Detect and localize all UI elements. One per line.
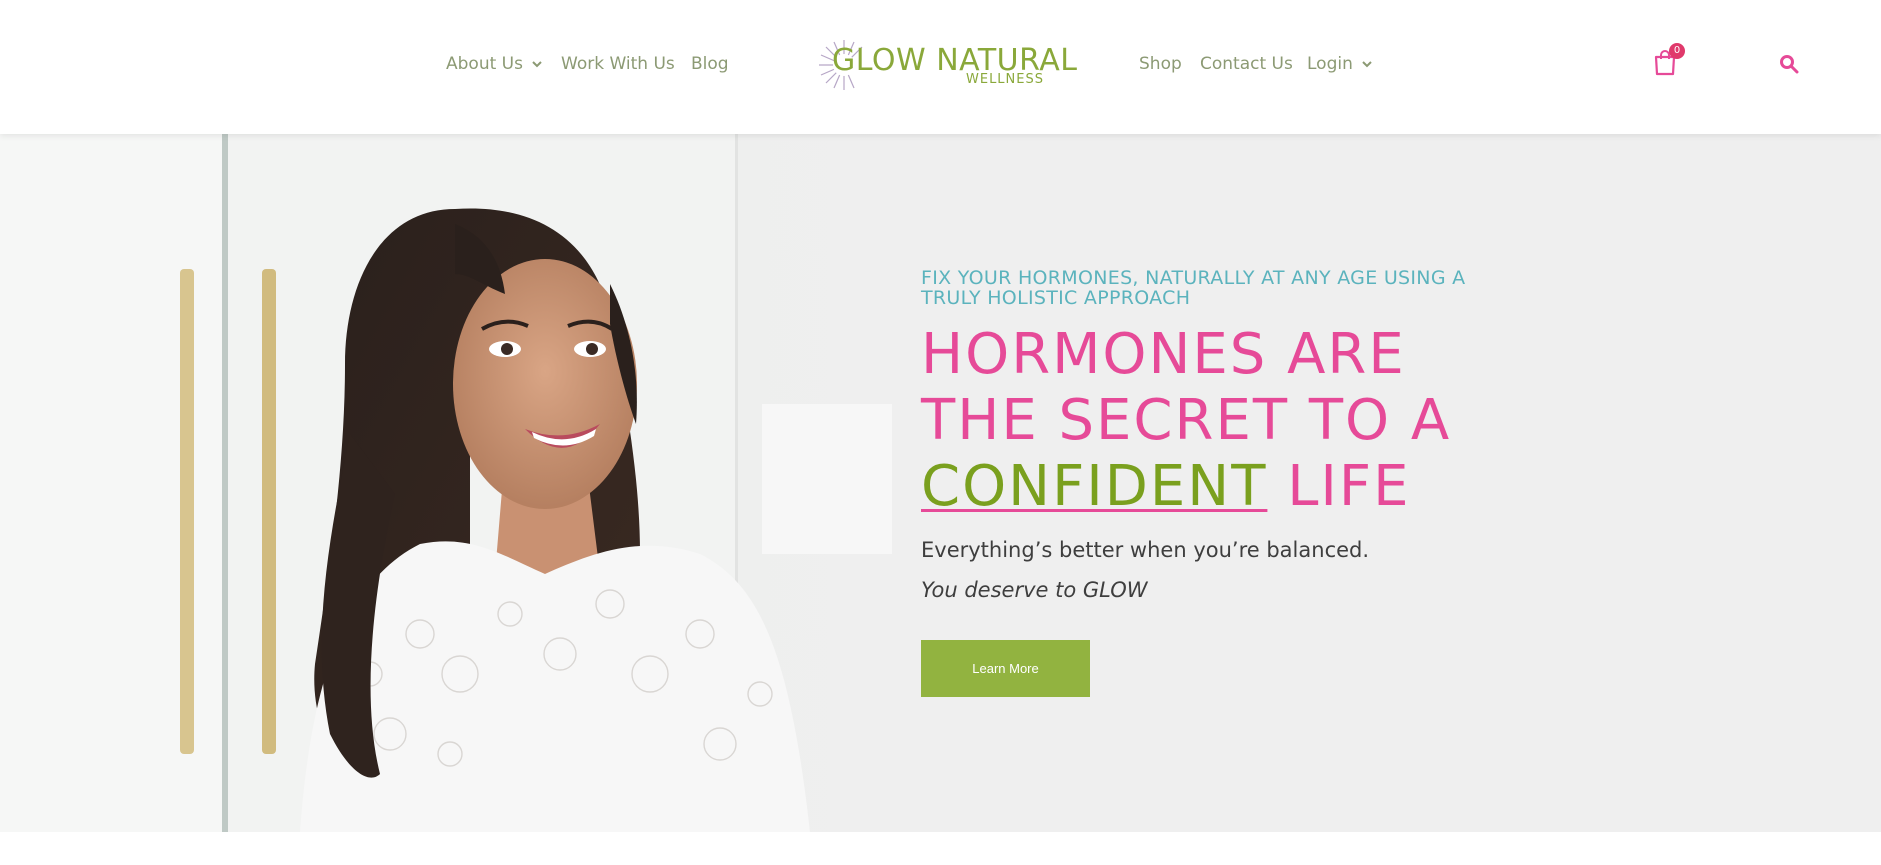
chevron-down-icon xyxy=(1362,61,1372,68)
nav-shop[interactable]: Shop xyxy=(1139,52,1182,76)
nav-about-us[interactable]: About Us xyxy=(446,52,544,76)
hero-portrait-image xyxy=(0,134,900,832)
nav-blog[interactable]: Blog xyxy=(691,52,729,76)
hero-headline: HORMONES ARE THE SECRET TO A CONFIDENT L… xyxy=(921,322,1541,520)
page-bottom-strip xyxy=(0,832,1881,865)
nav-work-with-us-label: Work With Us xyxy=(561,54,675,74)
hero-tagline: Everything’s better when you’re balanced… xyxy=(921,538,1370,562)
logo-subtitle: WELLNESS xyxy=(966,72,1044,87)
headline-end: LIFE xyxy=(1267,454,1411,519)
nav-shop-label: Shop xyxy=(1139,54,1182,74)
site-logo[interactable]: GLOW NATURAL WELLNESS xyxy=(818,38,1077,92)
nav-blog-label: Blog xyxy=(691,54,729,74)
hero-eyebrow: FIX YOUR HORMONES, NATURALLY AT ANY AGE … xyxy=(921,267,1466,309)
nav-contact-us[interactable]: Contact Us xyxy=(1200,52,1293,76)
headline-line-1: HORMONES ARE xyxy=(921,322,1406,387)
nav-about-us-label: About Us xyxy=(446,54,523,74)
cart-count-badge: 0 xyxy=(1669,43,1685,59)
headline-line-2: THE SECRET TO A xyxy=(921,388,1452,453)
hero-tagline-italic: You deserve to GLOW xyxy=(921,578,1148,602)
nav-login-label: Login xyxy=(1307,54,1353,74)
site-header: About Us Work With Us Blog GLOW NATURAL … xyxy=(0,0,1881,134)
chevron-down-icon xyxy=(532,61,542,68)
nav-login[interactable]: Login xyxy=(1307,52,1374,76)
headline-accent-word: CONFIDENT xyxy=(921,454,1268,519)
learn-more-button[interactable]: Learn More xyxy=(921,640,1090,697)
search-icon[interactable] xyxy=(1779,54,1799,74)
nav-contact-us-label: Contact Us xyxy=(1200,54,1293,74)
nav-work-with-us[interactable]: Work With Us xyxy=(561,52,675,76)
